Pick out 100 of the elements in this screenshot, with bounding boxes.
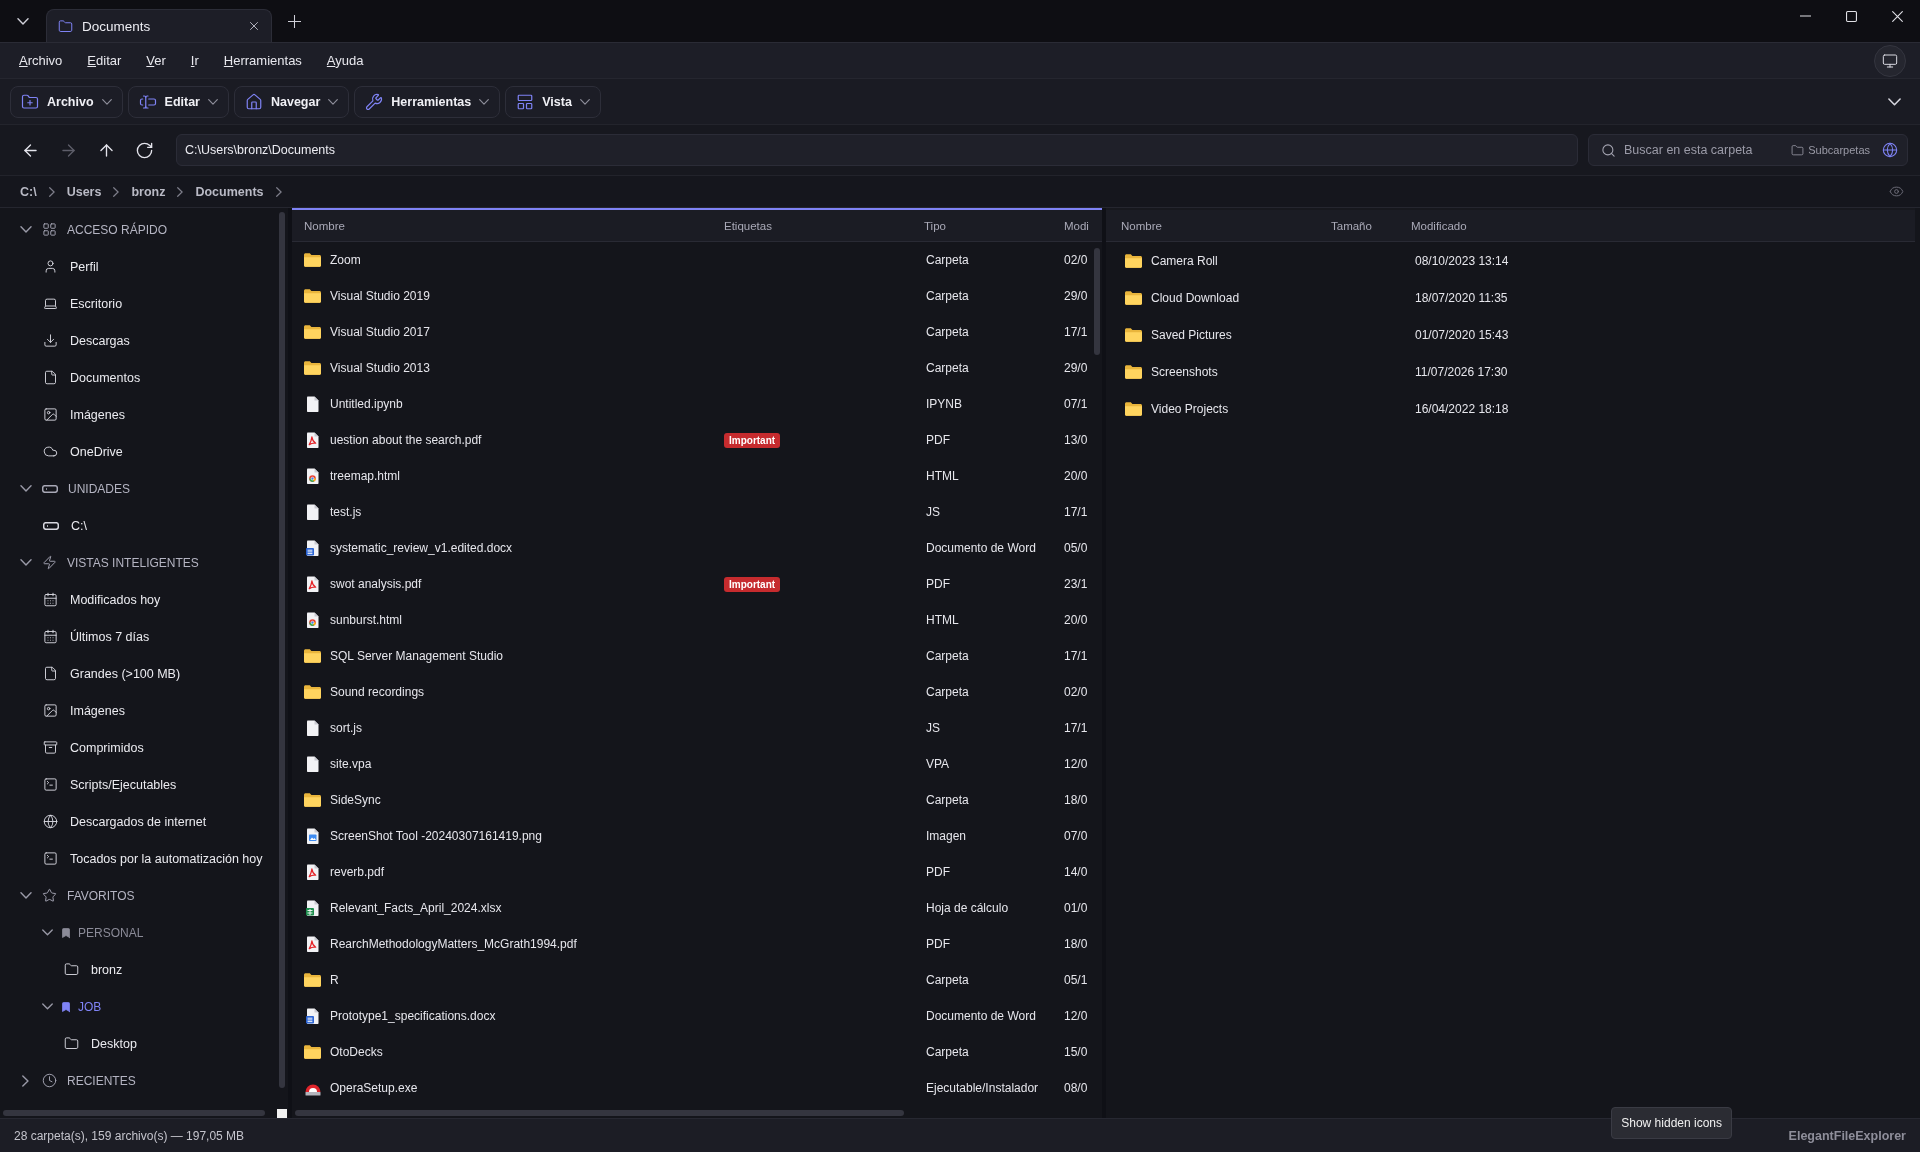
modified-date: 13/0 — [1064, 433, 1088, 447]
scrollbar-thumb[interactable] — [295, 1110, 904, 1116]
drive-icon — [43, 521, 59, 530]
pdf-file-icon — [306, 576, 319, 592]
file-name: Camera Roll — [1151, 253, 1218, 268]
modified-date: 18/0 — [1064, 937, 1088, 951]
sidebar-section-header[interactable]: FAVORITOS — [0, 877, 270, 914]
scrollbar-thumb[interactable] — [3, 1110, 265, 1116]
chevron-down-icon[interactable] — [19, 485, 32, 492]
sidebar-item[interactable]: Scripts/Ejecutables — [0, 766, 272, 803]
column-header[interactable]: Modi — [1064, 219, 1089, 232]
globe-icon[interactable] — [1882, 142, 1898, 158]
square-icon — [277, 1109, 287, 1118]
grid-icon — [42, 222, 57, 237]
modified-date: 17/1 — [1064, 325, 1088, 339]
file-type: PDF — [926, 577, 950, 591]
folder-icon — [1791, 143, 1805, 157]
folder-icon — [304, 685, 321, 699]
sidebar-item[interactable]: Documentos — [0, 359, 272, 396]
sidebar-item[interactable]: Últimos 7 días — [0, 618, 272, 655]
modified-date: 01/0 — [1064, 901, 1088, 915]
column-header[interactable]: Nombre — [1121, 219, 1162, 232]
menu-item[interactable]: Herramientas — [217, 50, 308, 71]
file-name: Saved Pictures — [1151, 327, 1232, 342]
chevron-down-icon — [17, 17, 29, 25]
spreadsheet-file-icon — [306, 900, 319, 916]
sidebar-item[interactable]: Escritorio — [0, 285, 272, 322]
toolbar-button[interactable]: Editar — [127, 85, 229, 118]
close-icon — [250, 22, 258, 30]
sidebar-item[interactable]: Perfil — [0, 248, 272, 285]
folder-plus-icon — [21, 92, 39, 111]
sidebar-item[interactable]: OneDrive — [0, 433, 272, 470]
chevron-right-icon — [275, 186, 282, 197]
scrollbar-thumb[interactable] — [279, 212, 285, 1088]
file-icon — [306, 720, 319, 736]
sidebar-group[interactable]: PERSONAL — [0, 914, 240, 951]
sidebar-item[interactable]: Imágenes — [0, 396, 272, 433]
file-icon — [306, 504, 319, 520]
file-name: sort.js — [330, 721, 362, 735]
file-type: HTML — [926, 613, 959, 627]
column-header[interactable]: Etiquetas — [724, 219, 772, 232]
address-field[interactable]: C:\Users\bronz\Documents — [176, 134, 1578, 166]
monitor-button[interactable] — [1874, 44, 1906, 77]
menu-item[interactable]: Editar — [81, 50, 128, 71]
sidebar-section-header[interactable]: VISTAS INTELIGENTES — [0, 544, 270, 581]
subfolders-toggle[interactable]: Subcarpetas — [1787, 143, 1874, 157]
text-cursor-icon — [138, 92, 157, 111]
column-header[interactable]: Modificado — [1411, 219, 1467, 232]
menu-item[interactable]: Ver — [140, 50, 172, 71]
sidebar-section-header[interactable]: UNIDADES — [0, 470, 270, 507]
file-type: PDF — [926, 433, 950, 447]
sidebar-item[interactable]: Comprimidos — [0, 729, 272, 766]
modified-date: 16/04/2022 18:18 — [1415, 401, 1509, 416]
column-header[interactable]: Nombre — [304, 219, 345, 232]
folder-icon — [1125, 364, 1142, 379]
chevron-down-icon[interactable] — [42, 1003, 53, 1010]
chevron-down-icon[interactable] — [42, 929, 53, 936]
toolbar-button[interactable]: Herramientas — [354, 85, 501, 118]
chevron-down-icon[interactable] — [19, 226, 32, 233]
file-type: Carpeta — [926, 289, 969, 303]
file-name: treemap.html — [330, 469, 401, 483]
pdf-file-icon — [306, 936, 319, 952]
sidebar-group[interactable]: JOB — [0, 988, 240, 1025]
file-name: uestion about the search.pdf — [330, 433, 482, 447]
column-header[interactable]: Tamaño — [1331, 219, 1372, 232]
chevron-right-icon[interactable] — [22, 1074, 29, 1087]
breadcrumb-item[interactable]: Documents — [189, 182, 270, 201]
folder-icon — [1125, 253, 1142, 268]
menu-item[interactable]: Archivo — [13, 50, 69, 71]
file-type: VPA — [926, 757, 950, 771]
tab[interactable]: Documents — [46, 9, 272, 42]
file-name: SideSync — [330, 793, 381, 807]
sidebar-item[interactable]: Grandes (>100 MB) — [0, 655, 272, 692]
toolbar-button[interactable]: Vista — [505, 85, 601, 118]
sidebar-section-header[interactable]: RECIENTES — [0, 1062, 270, 1099]
menu-item[interactable]: Ayuda — [320, 50, 370, 71]
breadcrumb-item[interactable]: Users — [60, 182, 108, 201]
sidebar-item[interactable]: Descargados de internet — [0, 803, 272, 840]
sidebar-item[interactable]: Desktop — [0, 1025, 272, 1062]
sidebar-item[interactable]: C:\ — [0, 507, 272, 544]
menu-item[interactable]: Ir — [184, 50, 205, 71]
toolbar-button[interactable]: Navegar — [234, 85, 350, 118]
sidebar-item[interactable]: bronz — [0, 951, 272, 988]
sidebar-item[interactable]: Imágenes — [0, 692, 272, 729]
file-name: sunburst.html — [330, 613, 403, 627]
sidebar-item[interactable]: Tocados por la automatización hoy — [0, 840, 272, 877]
breadcrumb-item[interactable]: C:\ — [14, 182, 43, 201]
search-field[interactable]: Buscar en esta carpeta Subcarpetas — [1588, 134, 1908, 166]
chevron-down-icon[interactable] — [19, 559, 32, 566]
image-file-icon — [306, 828, 319, 844]
breadcrumb-item[interactable]: bronz — [125, 182, 172, 201]
file-type: Documento de Word — [926, 1009, 1036, 1023]
toolbar-button[interactable]: Archivo — [10, 85, 123, 118]
sidebar-item[interactable]: Modificados hoy — [0, 581, 272, 618]
scrollbar-thumb[interactable] — [1094, 248, 1100, 355]
sidebar-item[interactable]: Descargas — [0, 322, 272, 359]
column-header[interactable]: Tipo — [924, 219, 946, 232]
sidebar-section-header[interactable]: ACCESO RÁPIDO — [0, 211, 270, 248]
chevron-right-icon — [113, 186, 120, 197]
chevron-down-icon[interactable] — [19, 892, 32, 899]
